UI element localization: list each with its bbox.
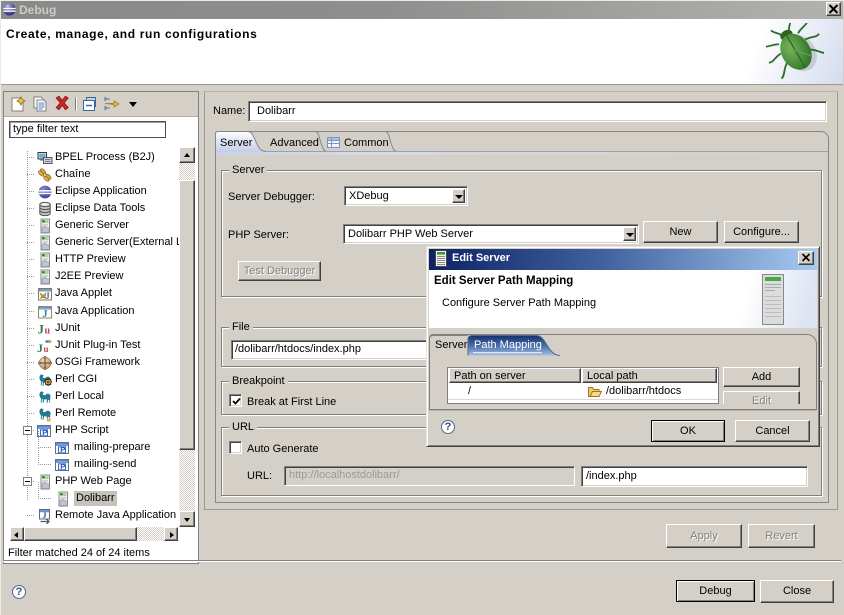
svg-text:J: J	[43, 309, 48, 320]
svg-text:u: u	[44, 344, 49, 354]
svg-text:J: J	[43, 511, 47, 520]
svg-text:P: P	[42, 428, 47, 437]
svg-text:u: u	[45, 326, 51, 337]
svg-text:P: P	[60, 445, 65, 454]
svg-text:P: P	[60, 462, 65, 471]
svg-text:J: J	[45, 291, 50, 301]
svg-text:J: J	[38, 322, 45, 337]
svg-text:J: J	[37, 341, 43, 354]
